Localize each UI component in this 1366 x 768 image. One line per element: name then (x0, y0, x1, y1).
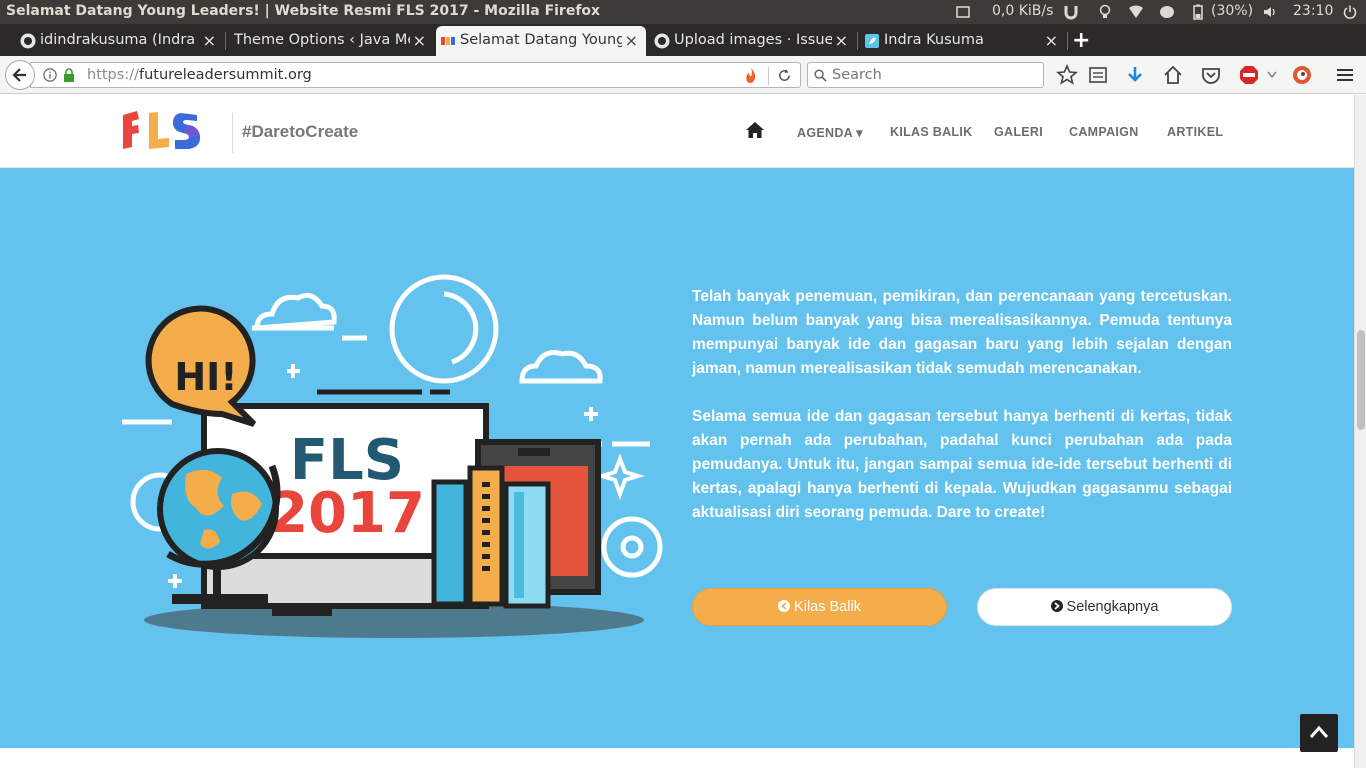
illus-year-text: 2017 (269, 481, 425, 546)
selengkapnya-button[interactable]: Selengkapnya (977, 588, 1232, 626)
browser-tab-strip: idindrakusuma (Indra Kusuma) × Theme Opt… (0, 24, 1366, 56)
lightbulb-icon[interactable] (1097, 4, 1113, 20)
menu-kilas-balik[interactable]: KILAS BALIK (890, 125, 972, 139)
home-icon[interactable] (745, 121, 765, 139)
duckduckgo-icon[interactable] (1291, 64, 1313, 86)
lock-icon[interactable] (63, 68, 75, 82)
search-bar[interactable]: Search (807, 62, 1044, 88)
back-to-top-button[interactable] (1300, 714, 1338, 752)
window-title: Selamat Datang Young Leaders! | Website … (6, 3, 601, 19)
hero-text: Telah banyak penemuan, pemikiran, dan pe… (692, 285, 1232, 549)
tab-separator (1067, 32, 1068, 50)
tab-close-button[interactable]: × (625, 31, 638, 50)
reading-list-icon[interactable] (1087, 64, 1109, 86)
power-icon[interactable] (1342, 4, 1358, 20)
menu-artikel[interactable]: ARTIKEL (1167, 125, 1223, 139)
back-arrow-icon (12, 68, 26, 82)
hero-paragraph-1: Telah banyak penemuan, pemikiran, dan pe… (692, 288, 1232, 377)
chevron-up-icon (1309, 725, 1329, 738)
tab-close-button[interactable]: × (835, 31, 848, 50)
site-header: #DaretoCreate AGENDA ▾ KILAS BALIK GALER… (0, 95, 1354, 168)
hamburger-menu-icon[interactable] (1334, 64, 1356, 86)
header-divider (232, 113, 233, 153)
workspace-icon[interactable] (955, 4, 971, 20)
bird-icon (865, 34, 879, 48)
url-divider (768, 67, 769, 85)
fls-icon (441, 37, 455, 45)
messaging-icon[interactable] (1159, 4, 1175, 20)
tab-upload-images[interactable]: Upload images · Issue # × (650, 26, 856, 56)
bookmark-star-icon[interactable] (1056, 64, 1078, 86)
volume-icon[interactable] (1262, 4, 1278, 20)
browser-navbar: https://futureleadersummit.org Search (0, 56, 1366, 94)
tab-separator (857, 32, 858, 50)
new-tab-button[interactable]: + (1072, 28, 1090, 53)
kilas-balik-button[interactable]: Kilas Balik (692, 588, 947, 626)
os-top-bar: Selamat Datang Young Leaders! | Website … (0, 0, 1366, 24)
adblock-icon[interactable] (1238, 64, 1260, 86)
site-hashtag: #DaretoCreate (242, 122, 359, 141)
chevron-down-icon[interactable] (1267, 71, 1277, 79)
ring-decoration (389, 274, 499, 384)
menu-galeri[interactable]: GALERI (994, 125, 1043, 139)
back-button[interactable] (5, 60, 35, 90)
fls-logo[interactable] (121, 109, 205, 153)
tab-indra-kusuma[interactable]: Indra Kusuma × (860, 26, 1066, 56)
url-text[interactable]: https://futureleadersummit.org (87, 67, 312, 83)
hero-paragraph-2: Selama semua ide dan gagasan tersebut ha… (692, 408, 1232, 521)
github-icon (654, 33, 670, 49)
github-icon (20, 33, 36, 49)
pocket-icon[interactable] (1200, 64, 1222, 86)
clock[interactable]: 23:10 (1293, 3, 1333, 19)
chevron-left-circle-icon (778, 600, 791, 612)
illus-hi-text: HI! (174, 355, 237, 399)
ubuntu-one-icon[interactable] (1063, 4, 1079, 20)
cloud-icon (519, 350, 603, 384)
net-speed[interactable]: 0,0 KiB/s (992, 3, 1053, 19)
menu-agenda[interactable]: AGENDA ▾ (797, 125, 863, 140)
fls-2017-illustration: FLS 2017 HI! (122, 274, 663, 638)
reload-icon[interactable] (777, 68, 792, 83)
page-viewport: #DaretoCreate AGENDA ▾ KILAS BALIK GALER… (0, 95, 1354, 768)
cloud-icon (254, 292, 337, 331)
chevron-right-circle-icon (1050, 600, 1063, 612)
tab-close-button[interactable]: × (1045, 31, 1058, 50)
tab-github-profile[interactable]: idindrakusuma (Indra Kusuma) × (16, 26, 224, 56)
tab-fls-active[interactable]: Selamat Datang Young Leaders! × (436, 26, 646, 56)
home-button-icon[interactable] (1162, 64, 1184, 86)
page-scrollbar[interactable] (1354, 95, 1366, 768)
url-bar[interactable]: https://futureleadersummit.org (30, 62, 801, 88)
scrollbar-thumb[interactable] (1357, 330, 1365, 430)
battery-level: (30%) (1211, 3, 1254, 19)
menu-campaign[interactable]: CAMPAIGN (1069, 125, 1139, 139)
hero-section: FLS 2017 HI! Telah banyak penemuan, pemi… (0, 168, 1354, 748)
flame-icon[interactable] (743, 67, 759, 84)
tab-close-button[interactable]: × (413, 31, 426, 50)
battery-icon[interactable] (1190, 4, 1206, 20)
search-input[interactable]: Search (832, 67, 882, 83)
tab-theme-options[interactable]: Theme Options ‹ Java Media × (210, 26, 434, 56)
wifi-icon[interactable] (1128, 4, 1144, 20)
info-icon[interactable] (43, 68, 57, 82)
search-icon (814, 69, 827, 82)
sparkle-decoration (595, 453, 645, 500)
download-icon[interactable] (1124, 64, 1146, 86)
